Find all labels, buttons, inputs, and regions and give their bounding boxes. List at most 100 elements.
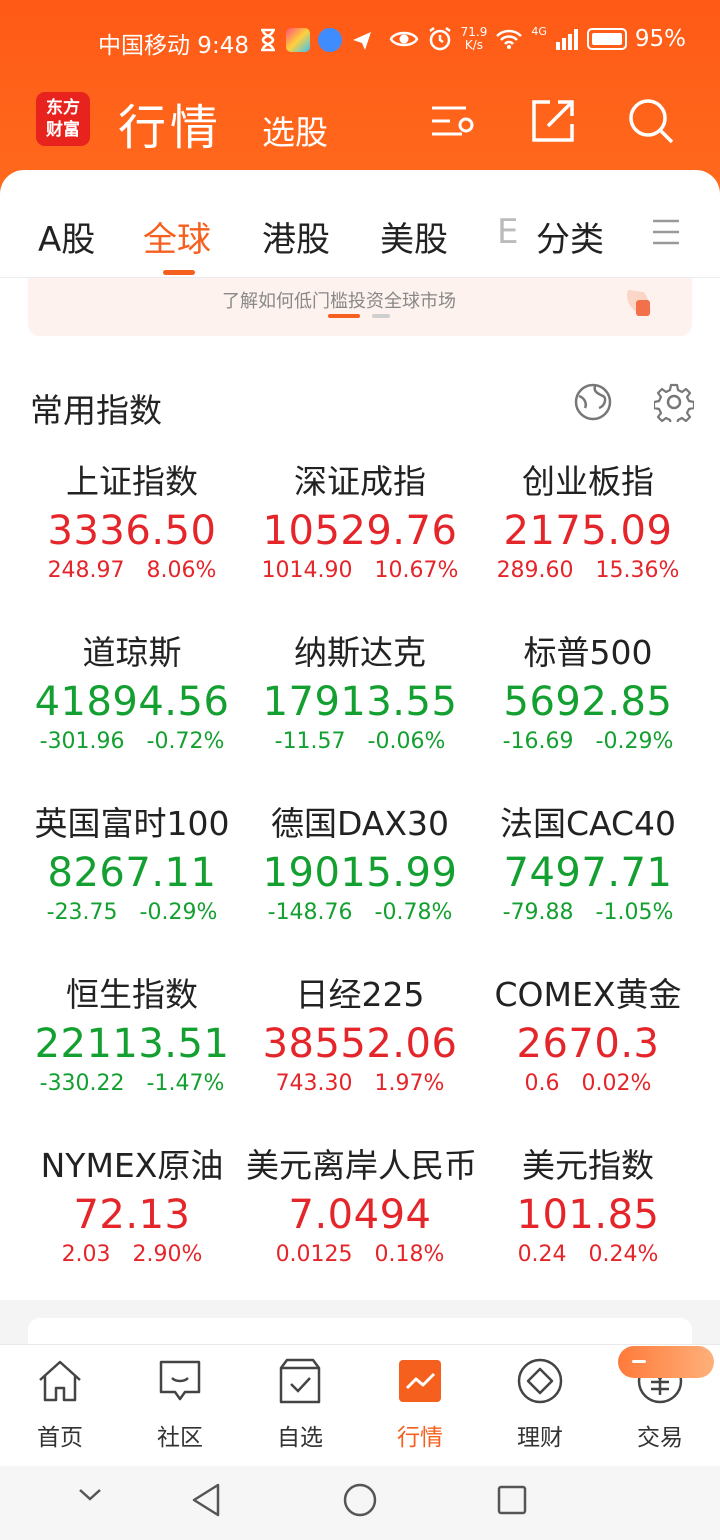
index-change: 2.03 2.90% (61, 1242, 203, 1267)
index-card-sp500[interactable]: 标普500 5692.85 -16.69 -0.29% (474, 631, 702, 801)
index-change: -23.75 -0.29% (46, 900, 218, 925)
nav-community[interactable]: 社区 (120, 1356, 240, 1452)
nav-label: 交易 (637, 1425, 683, 1451)
recents-icon[interactable] (496, 1484, 528, 1516)
system-nav-bar (0, 1466, 720, 1540)
index-name: 标普500 (523, 633, 653, 672)
tab-global[interactable]: 全球 (143, 212, 211, 261)
globe-icon[interactable] (573, 382, 613, 422)
battery-level: 95% (634, 26, 686, 52)
index-name: 上证指数 (66, 462, 198, 501)
index-change: 0.24 0.24% (517, 1242, 659, 1267)
index-change: 743.30 1.97% (275, 1071, 445, 1096)
index-change: -16.69 -0.29% (502, 729, 674, 754)
back-icon[interactable] (190, 1482, 222, 1518)
index-name: 美元离岸人民币 (246, 1146, 477, 1185)
app-notification-icon (286, 28, 310, 52)
wealth-icon (517, 1358, 563, 1404)
index-price: 38552.06 (262, 1021, 458, 1067)
floating-badge[interactable] (618, 1346, 714, 1378)
share-icon[interactable] (528, 96, 578, 146)
index-name: 道琼斯 (82, 633, 182, 672)
gear-icon[interactable] (654, 382, 694, 422)
index-card-chinext[interactable]: 创业板指 2175.09 289.60 15.36% (474, 460, 702, 630)
tab-partial[interactable]: E (497, 212, 518, 252)
wifi-icon (496, 29, 523, 49)
hourglass-icon (261, 28, 275, 52)
index-change: -11.57 -0.06% (274, 729, 446, 754)
app-logo[interactable]: 东方 财富 (36, 92, 90, 146)
menu-icon[interactable] (651, 218, 681, 246)
signal-icon (555, 29, 578, 50)
index-card-hsi[interactable]: 恒生指数 22113.51 -330.22 -1.47% (18, 973, 246, 1143)
carousel-dot-active (328, 314, 360, 318)
logo-line1: 东方 (46, 98, 80, 118)
net-speed: 71.9 K/s (461, 26, 488, 52)
index-price: 2670.3 (516, 1021, 660, 1067)
index-card-usdcnh[interactable]: 美元离岸人民币 7.0494 0.0125 0.18% (246, 1144, 477, 1314)
search-icon[interactable] (626, 96, 676, 146)
index-price: 7.0494 (288, 1192, 432, 1238)
nav-wealth[interactable]: 理财 (480, 1356, 600, 1452)
tab-categories[interactable]: 分类 (536, 212, 604, 261)
nav-watchlist[interactable]: 自选 (240, 1356, 360, 1452)
index-price: 2175.09 (503, 508, 673, 554)
watchlist-icon (279, 1358, 321, 1404)
collapse-icon[interactable] (76, 1480, 104, 1508)
index-price: 8267.11 (47, 850, 217, 896)
index-name: 深证成指 (294, 462, 426, 501)
index-card-ftse100[interactable]: 英国富时100 8267.11 -23.75 -0.29% (18, 802, 246, 972)
index-price: 72.13 (73, 1192, 191, 1238)
section-title: 常用指数 (30, 391, 162, 430)
index-name: 法国CAC40 (499, 804, 677, 843)
index-card-dxy[interactable]: 美元指数 101.85 0.24 0.24% (474, 1144, 702, 1314)
index-name: COMEX黄金 (494, 975, 682, 1014)
index-card-dow[interactable]: 道琼斯 41894.56 -301.96 -0.72% (18, 631, 246, 801)
net-speed-unit: K/s (464, 38, 484, 52)
index-name: 创业板指 (522, 462, 654, 501)
index-price: 19015.99 (262, 850, 458, 896)
index-name: 日经225 (295, 975, 425, 1014)
index-name: 美元指数 (522, 1146, 654, 1185)
nav-market[interactable]: 行情 (360, 1356, 480, 1452)
stock-picker-tab[interactable]: 选股 (262, 106, 328, 154)
index-price: 101.85 (516, 1192, 660, 1238)
index-change: 1014.90 10.67% (261, 558, 459, 583)
tab-hk-stocks[interactable]: 港股 (262, 212, 330, 261)
index-price: 17913.55 (262, 679, 458, 725)
index-card-cac40[interactable]: 法国CAC40 7497.71 -79.88 -1.05% (474, 802, 702, 972)
carousel-dot (372, 314, 390, 318)
index-change: 0.0125 0.18% (275, 1242, 445, 1267)
nav-home[interactable]: 首页 (0, 1356, 120, 1452)
index-card-dax30[interactable]: 德国DAX30 19015.99 -148.76 -0.78% (246, 802, 474, 972)
nav-label: 行情 (397, 1425, 443, 1451)
tab-a-shares[interactable]: A股 (38, 212, 95, 261)
status-right: 71.9 K/s 4G 95% (389, 24, 686, 52)
index-card-comex-gold[interactable]: COMEX黄金 2670.3 0.6 0.02% (474, 973, 702, 1143)
index-change: -330.22 -1.47% (39, 1071, 225, 1096)
tab-us-stocks[interactable]: 美股 (380, 212, 448, 261)
notification-icons (258, 28, 374, 52)
home-button-icon[interactable] (342, 1482, 378, 1518)
page-title[interactable]: 行情 (118, 88, 222, 158)
signal-type: 4G (531, 24, 547, 38)
home-icon (39, 1360, 81, 1402)
index-price: 22113.51 (34, 1021, 230, 1067)
banner-illustration (627, 290, 651, 316)
index-price: 41894.56 (34, 679, 230, 725)
market-tabs: A股 全球 港股 美股 E 分类 (0, 170, 720, 278)
index-price: 3336.50 (47, 508, 217, 554)
settings-list-icon[interactable] (428, 96, 478, 146)
index-change: 289.60 15.36% (496, 558, 680, 583)
banner-text: 了解如何低门槛投资全球市场 (222, 291, 456, 312)
index-name: 德国DAX30 (270, 804, 449, 843)
carrier-time: 中国移动 9:48 (98, 33, 249, 59)
index-card-nikkei225[interactable]: 日经225 38552.06 743.30 1.97% (246, 973, 474, 1143)
index-card-nasdaq[interactable]: 纳斯达克 17913.55 -11.57 -0.06% (246, 631, 474, 801)
battery-icon (586, 28, 627, 50)
index-change: 248.97 8.06% (47, 558, 217, 583)
index-card-sse[interactable]: 上证指数 3336.50 248.97 8.06% (18, 460, 246, 630)
index-card-szse[interactable]: 深证成指 10529.76 1014.90 10.67% (246, 460, 474, 630)
index-card-nymex-oil[interactable]: NYMEX原油 72.13 2.03 2.90% (18, 1144, 246, 1314)
alarm-icon (428, 27, 451, 51)
